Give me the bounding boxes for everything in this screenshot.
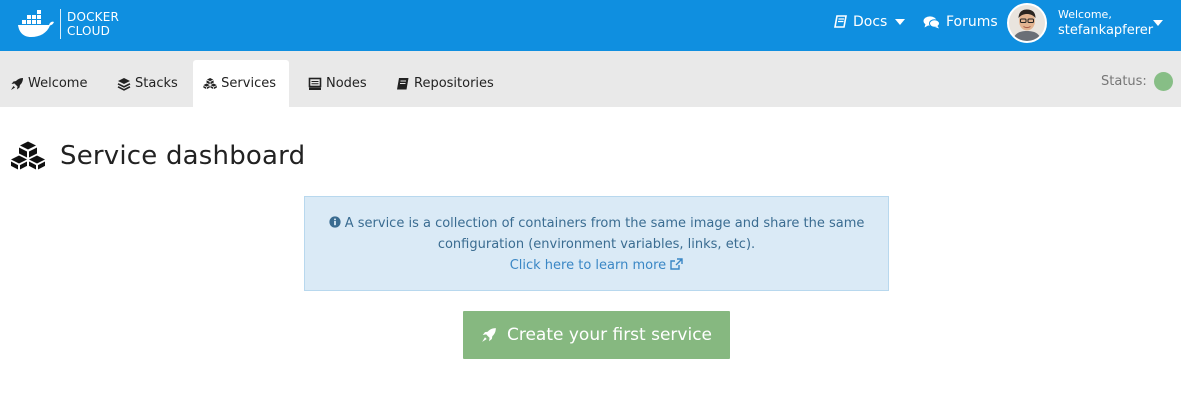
tab-nodes-label: Nodes [326,76,367,91]
info-line-1: A service is a collection of containers … [305,213,888,234]
rocket-icon [482,328,496,342]
docs-label: Docs [853,14,888,30]
cubes-icon [11,141,45,170]
avatar-photo [1009,5,1045,41]
tab-repositories[interactable]: Repositories [386,60,507,107]
tab-services-label: Services [221,76,276,91]
cubes-icon [203,77,217,90]
chevron-down-icon [895,19,906,25]
tab-stacks-label: Stacks [135,76,178,91]
brand-line-1: DOCKER [67,10,120,24]
create-service-label: Create your first service [506,325,713,345]
book-icon [397,77,409,89]
username-label: stefankapferer [1058,23,1154,38]
status-indicator: Status: [1101,72,1173,91]
comments-icon [923,16,940,29]
tab-services[interactable]: Services [193,60,289,107]
rocket-icon [11,77,23,90]
section-tabs: Welcome Stacks Services Nodes Repositori… [0,51,1181,107]
user-menu-chevron-icon[interactable] [1153,20,1163,26]
docker-whale-icon [18,10,54,37]
page-header: Service dashboard [10,140,305,171]
tab-stacks[interactable]: Stacks [107,60,191,107]
tab-welcome[interactable]: Welcome [0,60,100,107]
book-icon [834,15,847,28]
welcome-label: Welcome, [1058,8,1112,21]
brand-divider [60,9,61,39]
status-dot [1153,72,1173,91]
brand-logo-link[interactable]: DOCKER CLOUD [16,9,119,39]
tab-welcome-label: Welcome [28,76,88,91]
forums-label: Forums [946,14,998,30]
forums-link[interactable]: Forums [923,14,998,30]
learn-more-label: Click here to learn more [509,258,667,273]
docs-menu[interactable]: Docs [834,14,906,30]
learn-more-link[interactable]: Click here to learn more [305,255,888,276]
tab-nodes[interactable]: Nodes [298,60,380,107]
stack-icon [117,77,131,91]
info-alert: A service is a collection of containers … [304,196,889,291]
top-navbar: DOCKER CLOUD Docs Forums Welcome, stefan… [0,0,1181,51]
tab-repositories-label: Repositories [414,76,494,91]
info-text-1: A service is a collection of containers … [344,216,865,231]
server-icon [308,77,322,90]
brand-name: DOCKER CLOUD [67,10,119,38]
info-circle-icon [328,216,341,228]
brand-line-2: CLOUD [67,24,111,38]
status-label: Status: [1101,74,1147,89]
user-avatar[interactable] [1007,3,1047,43]
user-menu[interactable]: Welcome, stefankapferer [1058,8,1153,39]
info-text-2: configuration (environment variables, li… [437,237,756,252]
external-link-icon [670,258,683,270]
create-service-button[interactable]: Create your first service [463,311,730,359]
page-title: Service dashboard [60,140,306,171]
